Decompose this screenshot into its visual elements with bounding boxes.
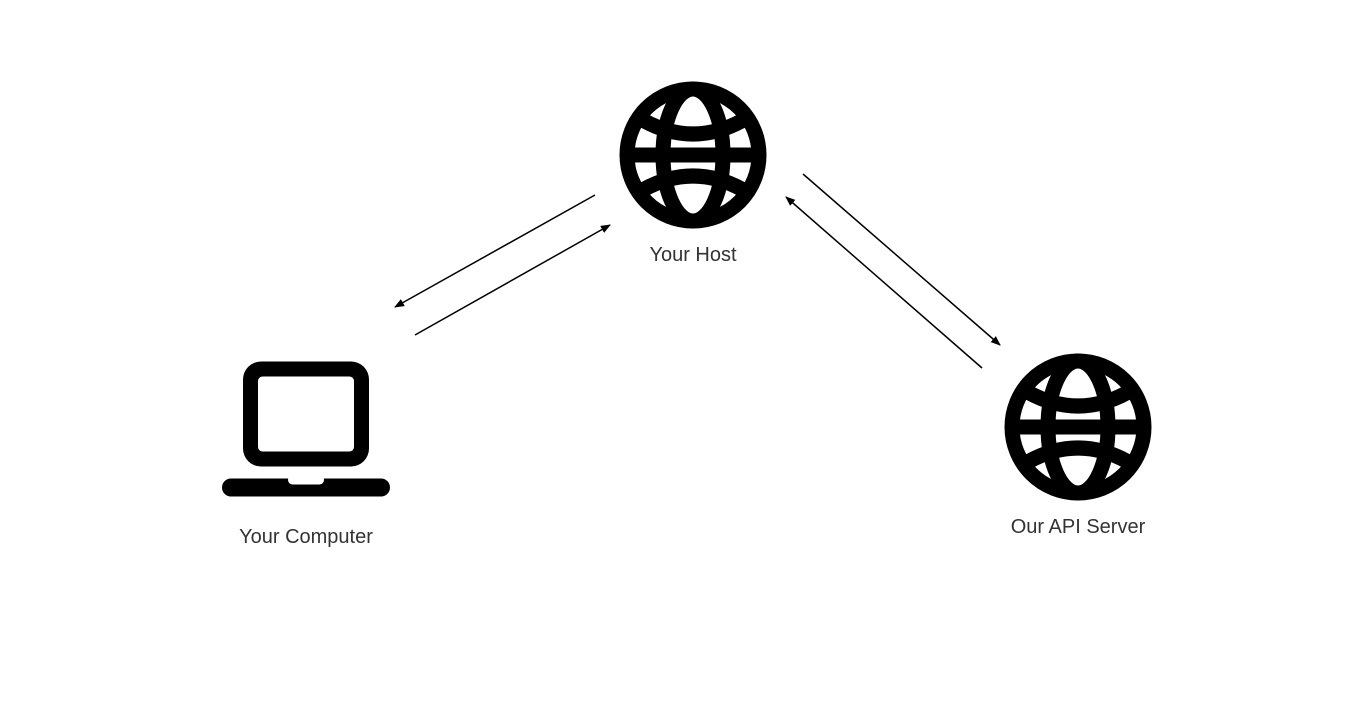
node-api: Our API Server xyxy=(1003,352,1153,539)
node-computer: Your Computer xyxy=(216,352,396,549)
laptop-icon xyxy=(216,352,396,512)
node-computer-label: Your Computer xyxy=(239,526,373,549)
node-host-label: Your Host xyxy=(649,244,736,267)
node-api-label: Our API Server xyxy=(1011,516,1146,539)
node-host: Your Host xyxy=(618,80,768,267)
arrow-host-api xyxy=(786,174,1000,368)
globe-icon xyxy=(1003,352,1153,502)
globe-icon xyxy=(618,80,768,230)
arrow-computer-host xyxy=(395,195,610,335)
